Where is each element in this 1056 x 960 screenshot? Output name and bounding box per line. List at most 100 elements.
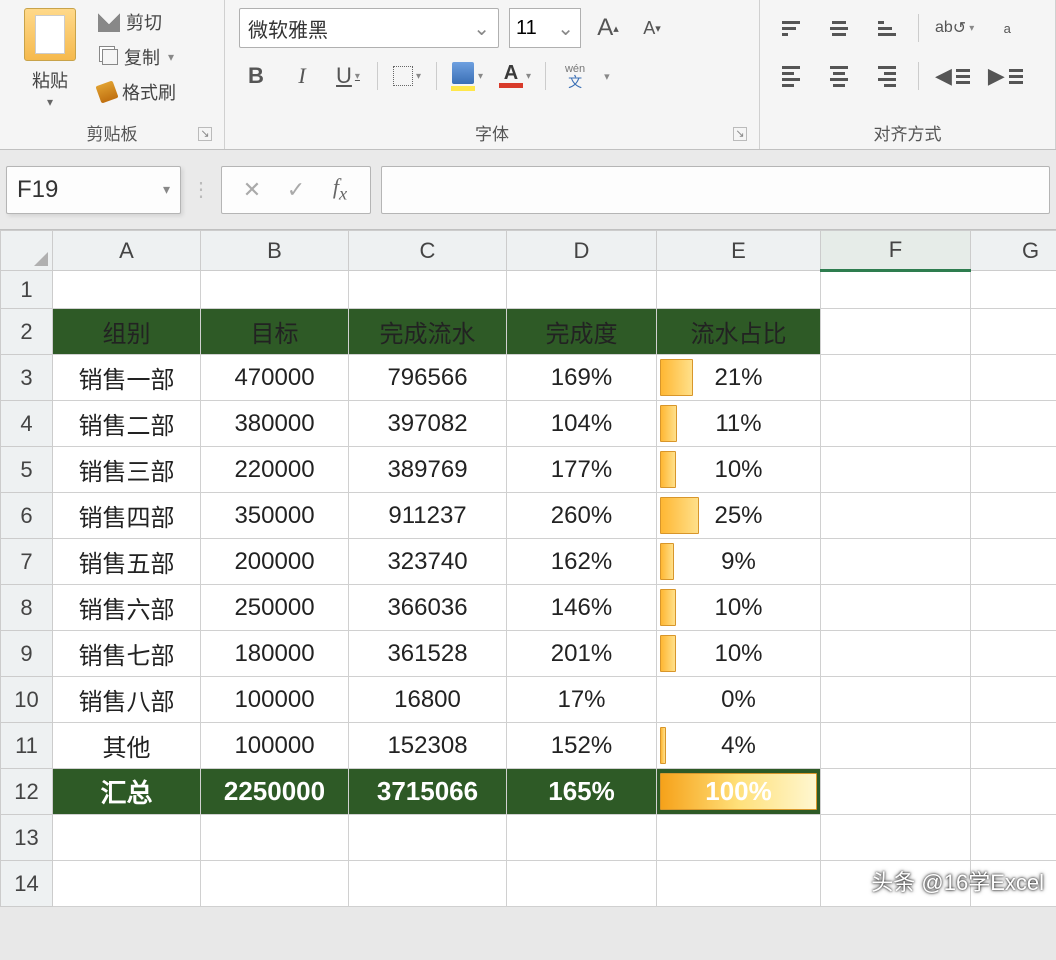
cell[interactable] (507, 815, 657, 861)
formula-input[interactable] (381, 166, 1050, 214)
cell[interactable]: 389769 (349, 447, 507, 493)
table-header[interactable]: 目标 (201, 309, 349, 355)
align-middle-button[interactable] (822, 8, 856, 48)
cell[interactable]: 380000 (201, 401, 349, 447)
cell[interactable] (821, 401, 971, 447)
cell[interactable]: 100000 (201, 677, 349, 723)
cell[interactable] (971, 861, 1056, 907)
cell[interactable] (821, 585, 971, 631)
cell[interactable]: 17% (507, 677, 657, 723)
fill-color-button[interactable]: ▾ (449, 56, 485, 96)
cell[interactable]: 9% (657, 539, 821, 585)
cell[interactable] (657, 861, 821, 907)
cut-button[interactable]: 剪切 (98, 9, 176, 35)
cell[interactable] (53, 271, 201, 309)
table-header[interactable]: 完成度 (507, 309, 657, 355)
cell[interactable] (971, 815, 1056, 861)
cell[interactable]: 销售六部 (53, 585, 201, 631)
row-header[interactable]: 3 (1, 355, 53, 401)
col-header-A[interactable]: A (53, 231, 201, 271)
row-header[interactable]: 12 (1, 769, 53, 815)
cell[interactable] (821, 539, 971, 585)
align-left-button[interactable] (774, 56, 808, 96)
cell[interactable]: 销售七部 (53, 631, 201, 677)
cell[interactable]: 220000 (201, 447, 349, 493)
chevron-down-icon[interactable]: ▾ (47, 95, 53, 109)
cell[interactable] (657, 271, 821, 309)
table-header[interactable]: 流水占比 (657, 309, 821, 355)
grow-font-button[interactable]: A▴ (591, 8, 625, 48)
cell[interactable] (971, 631, 1056, 677)
cell[interactable]: 200000 (201, 539, 349, 585)
cell[interactable] (507, 861, 657, 907)
cell[interactable] (201, 815, 349, 861)
cell[interactable] (349, 271, 507, 309)
decrease-indent-button[interactable]: ◀ (933, 56, 972, 96)
cell[interactable]: 16800 (349, 677, 507, 723)
phonetic-guide-button[interactable]: wén 文 (558, 56, 592, 96)
font-color-button[interactable]: A ▾ (497, 56, 533, 96)
cell[interactable]: 10% (657, 631, 821, 677)
cell[interactable] (821, 769, 971, 815)
cell[interactable] (201, 861, 349, 907)
underline-button[interactable]: U▾ (331, 56, 365, 96)
font-size-dropdown[interactable]: 11 ⌄ (509, 8, 581, 48)
row-header[interactable]: 14 (1, 861, 53, 907)
cell[interactable]: 11% (657, 401, 821, 447)
cell[interactable] (971, 677, 1056, 723)
align-right-button[interactable] (870, 56, 904, 96)
row-header[interactable]: 2 (1, 309, 53, 355)
row-header[interactable]: 7 (1, 539, 53, 585)
cell[interactable]: 销售三部 (53, 447, 201, 493)
cell[interactable]: 323740 (349, 539, 507, 585)
orientation-button[interactable]: ab↺▾ (933, 8, 976, 48)
col-header-B[interactable]: B (201, 231, 349, 271)
cell[interactable]: 152% (507, 723, 657, 769)
cell[interactable] (507, 271, 657, 309)
format-painter-button[interactable]: 格式刷 (98, 79, 176, 105)
dialog-launcher-icon[interactable]: ↘ (733, 127, 747, 141)
cell[interactable] (821, 309, 971, 355)
row-header[interactable]: 1 (1, 271, 53, 309)
cancel-button[interactable]: ✕ (234, 177, 270, 203)
cell[interactable] (53, 861, 201, 907)
cell[interactable] (821, 271, 971, 309)
align-center-button[interactable] (822, 56, 856, 96)
name-box[interactable]: F19 ▾ (6, 166, 181, 214)
shrink-font-button[interactable]: A▾ (635, 8, 669, 48)
col-header-E[interactable]: E (657, 231, 821, 271)
cell[interactable]: 销售八部 (53, 677, 201, 723)
insert-function-button[interactable]: fx (322, 174, 358, 204)
cell[interactable] (971, 401, 1056, 447)
cell[interactable]: 177% (507, 447, 657, 493)
cell[interactable]: 销售五部 (53, 539, 201, 585)
cell[interactable]: 销售一部 (53, 355, 201, 401)
total-cell[interactable]: 100% (657, 769, 821, 815)
cell[interactable] (971, 309, 1056, 355)
cell[interactable]: 25% (657, 493, 821, 539)
align-bottom-button[interactable] (870, 8, 904, 48)
cell[interactable]: 250000 (201, 585, 349, 631)
cell[interactable] (821, 815, 971, 861)
cell[interactable] (657, 815, 821, 861)
cell[interactable] (349, 815, 507, 861)
expand-handle[interactable]: ⋮ (191, 177, 211, 202)
cell[interactable]: 350000 (201, 493, 349, 539)
total-cell[interactable]: 汇总 (53, 769, 201, 815)
cell[interactable] (821, 677, 971, 723)
cell[interactable]: 260% (507, 493, 657, 539)
spreadsheet-grid[interactable]: A B C D E F G 1 2 组别 目标 完成流水 完成度 流水占比 3销… (0, 230, 1056, 907)
col-header-F[interactable]: F (821, 231, 971, 271)
total-cell[interactable]: 2250000 (201, 769, 349, 815)
bold-button[interactable]: B (239, 56, 273, 96)
total-cell[interactable]: 3715066 (349, 769, 507, 815)
table-header[interactable]: 组别 (53, 309, 201, 355)
cell[interactable]: 361528 (349, 631, 507, 677)
cell[interactable]: 180000 (201, 631, 349, 677)
cell[interactable]: 911237 (349, 493, 507, 539)
total-cell[interactable]: 165% (507, 769, 657, 815)
cell[interactable] (971, 539, 1056, 585)
cell[interactable] (349, 861, 507, 907)
row-header[interactable]: 6 (1, 493, 53, 539)
col-header-C[interactable]: C (349, 231, 507, 271)
